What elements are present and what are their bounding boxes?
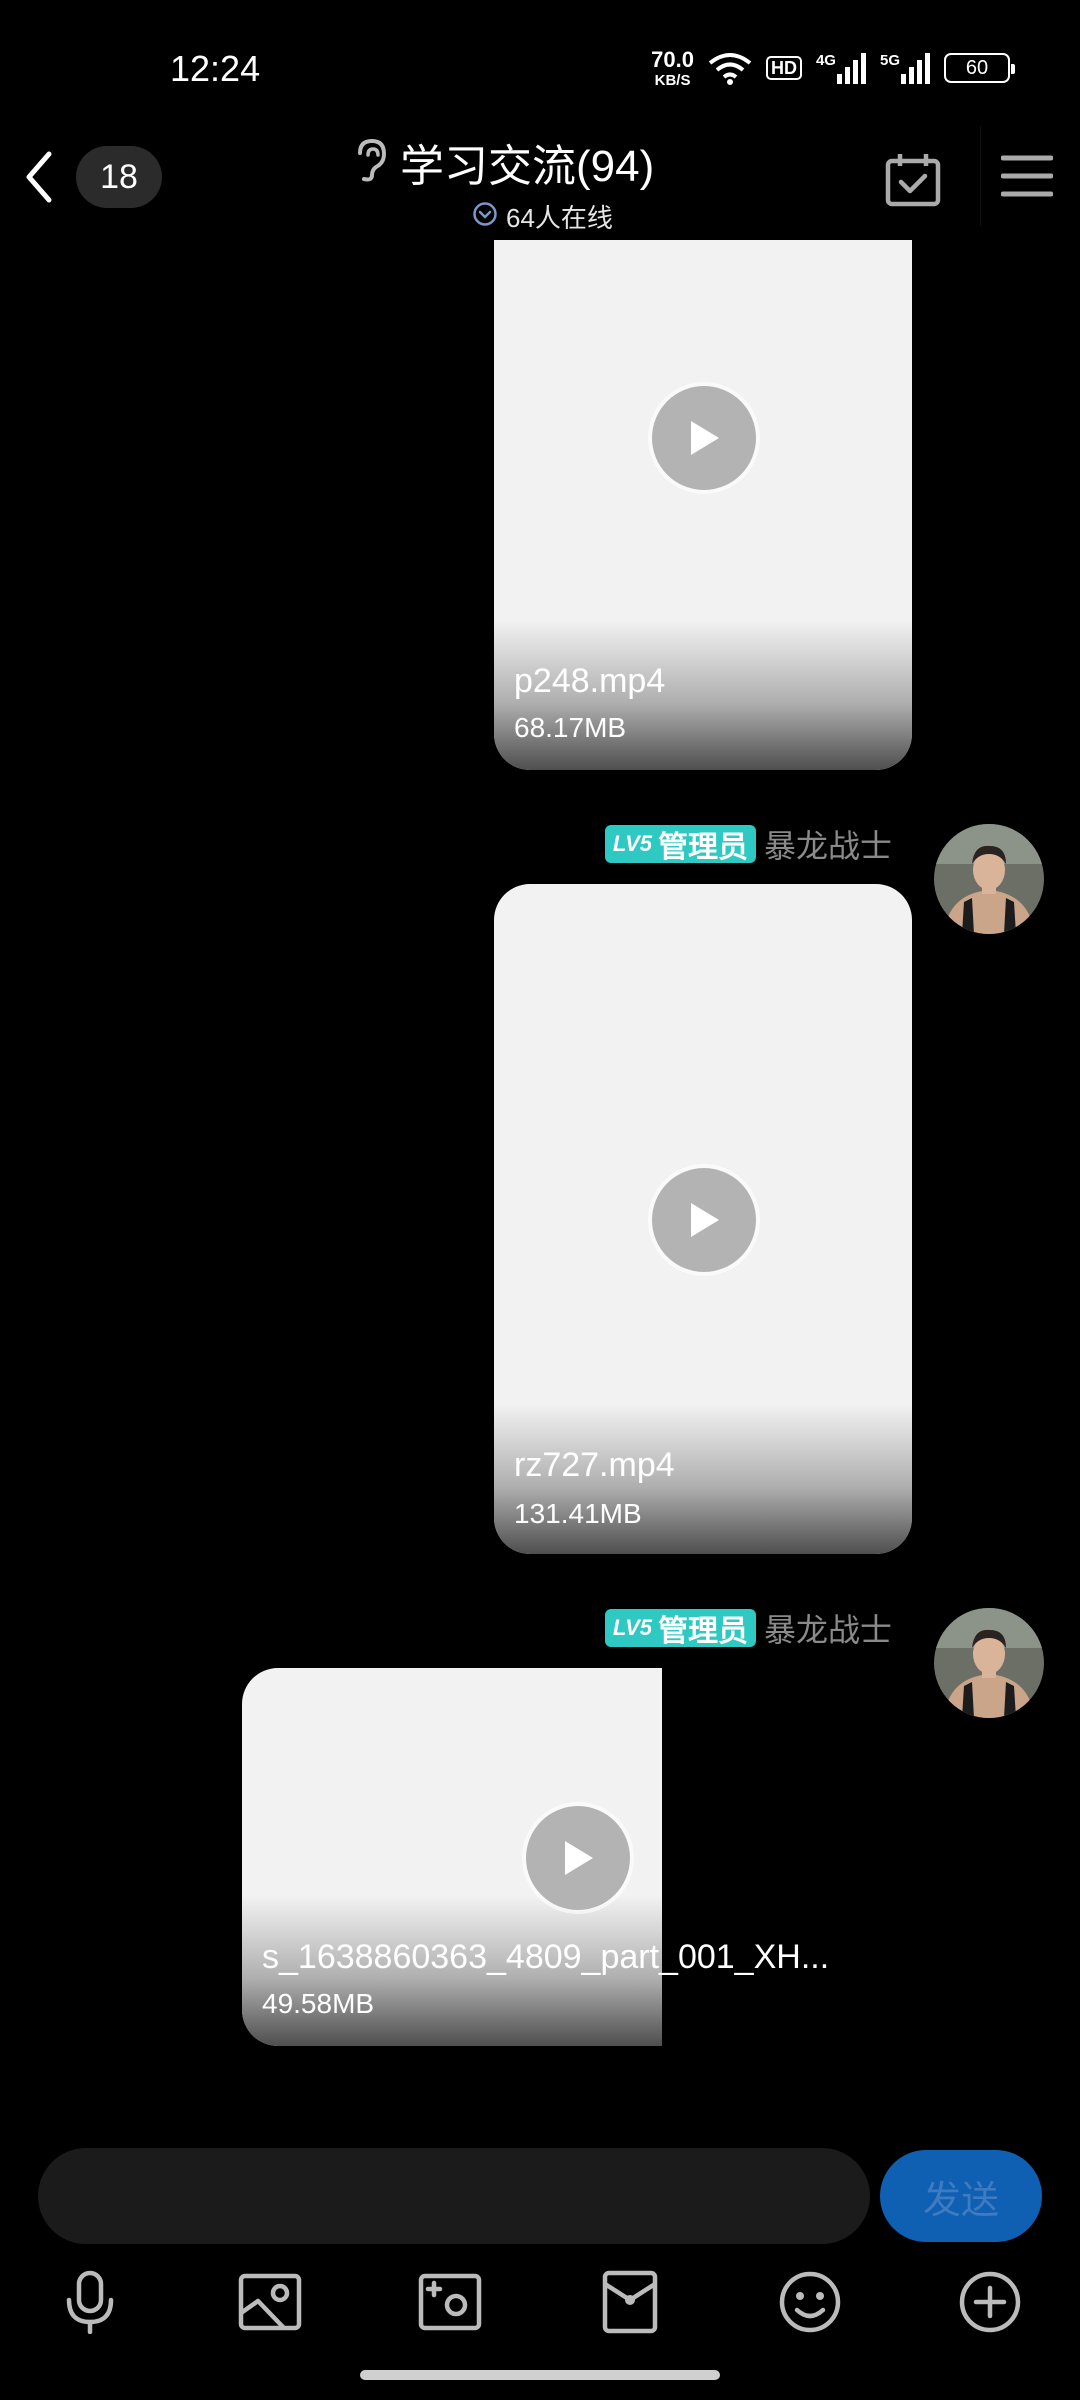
level-label: LV5 [612,831,652,856]
avatar[interactable] [934,824,1044,934]
sender-name[interactable]: 暴龙战士 [764,821,892,867]
image-icon [238,2273,302,2331]
signal-5g-icon: 5G [880,52,930,84]
back-button[interactable] [8,142,70,212]
net-speed-unit: KB/S [654,71,691,89]
unread-count-badge[interactable]: 18 [76,146,162,208]
net-speed: 70.0 KB/S [651,46,694,89]
status-bar: 12:24 70.0 KB/S HD 4G 5G 60 [0,0,1080,120]
red-packet-button[interactable] [590,2262,670,2342]
signal-5g-label: 5G [879,52,900,69]
sender-info: LV5 管理员 暴龙战士 [604,1605,892,1651]
chat-title: 学习交流(94) [400,142,655,191]
avatar[interactable] [934,1608,1044,1718]
input-toolbar [0,2262,1080,2342]
sender-info: LV5 管理员 暴龙战士 [604,821,892,867]
play-icon [691,1203,719,1237]
red-packet-icon [602,2270,658,2334]
battery-level: 60 [965,56,989,79]
video-file-name: rz727.mp4 [514,1446,675,1484]
online-count: 64人在线 [506,203,613,233]
status-icons: 70.0 KB/S HD 4G 5G 60 [651,46,1015,89]
video-file-name: p248.mp4 [514,662,666,700]
calendar-checkin-button[interactable] [876,144,950,216]
voice-button[interactable] [50,2262,130,2342]
sender-name[interactable]: 暴龙战士 [764,1605,892,1651]
video-file-size: 68.17MB [514,712,627,743]
chevron-left-icon [26,151,52,203]
play-icon [565,1841,593,1875]
video-file-size: 131.41MB [514,1498,642,1529]
video-message-3[interactable]: s_1638860363_4809_part_001_XH... 49.58MB [242,1668,829,2046]
home-indicator[interactable] [360,2370,720,2380]
play-button[interactable] [526,1806,630,1910]
chat-title-area[interactable]: 学习交流(94) 64人在线 [350,130,730,235]
net-speed-value: 70.0 [651,46,694,72]
ear-icon [350,137,390,188]
more-actions-button[interactable] [950,2262,1030,2342]
more-menu-button[interactable] [980,126,1072,226]
camera-button[interactable] [410,2262,490,2342]
video-file-name: s_1638860363_4809_part_001_XH... [262,1938,830,1976]
admin-badge: LV5 管理员 [604,825,756,864]
signal-4g-icon: 4G [816,52,866,84]
microphone-icon [66,2270,114,2334]
video-message-2[interactable]: rz727.mp4 131.41MB [494,884,912,1554]
camera-icon [418,2273,482,2331]
calendar-check-icon [885,154,941,207]
signal-4g-label: 4G [815,52,836,69]
play-button[interactable] [652,1168,756,1272]
hd-voice-icon: HD [765,56,802,80]
wifi-icon [708,51,752,85]
photo-button[interactable] [230,2262,310,2342]
plus-icon [959,2271,1021,2333]
video-file-size: 49.58MB [262,1988,375,2019]
role-label: 管理员 [657,1615,748,1648]
battery-icon: 60 [944,53,1015,83]
play-icon [691,421,719,455]
play-button[interactable] [652,386,756,490]
role-label: 管理员 [657,831,748,864]
level-label: LV5 [612,1615,652,1640]
hamburger-menu-icon [1000,155,1053,197]
message-input[interactable] [38,2148,870,2244]
emoji-button[interactable] [770,2262,850,2342]
chat-header: 18 学习交流(94) 64人在线 [0,120,1080,240]
online-status-icon [472,201,498,232]
send-button[interactable]: 发送 [880,2150,1042,2242]
video-message-1[interactable]: p248.mp4 68.17MB [494,240,912,770]
status-time: 12:24 [170,48,261,89]
admin-badge: LV5 管理员 [604,1609,756,1648]
emoji-icon [779,2271,841,2333]
